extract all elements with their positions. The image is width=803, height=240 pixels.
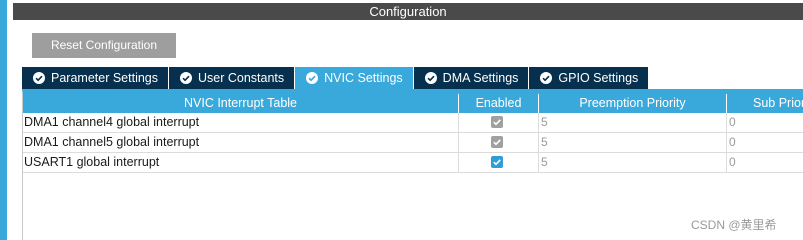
- table-row[interactable]: DMA1 channel5 global interrupt 5 0: [23, 133, 803, 153]
- column-header-sub-priority[interactable]: Sub Priority: [727, 94, 803, 113]
- enabled-checkbox[interactable]: [491, 156, 503, 168]
- sub-priority-value[interactable]: 0: [727, 133, 803, 152]
- tab-label: Parameter Settings: [51, 71, 158, 85]
- checkmark-icon: [493, 159, 501, 166]
- checkmark-icon: [493, 119, 501, 126]
- interrupt-name: USART1 global interrupt: [23, 153, 459, 172]
- table-row[interactable]: USART1 global interrupt 5 0: [23, 153, 803, 173]
- preemption-priority-value[interactable]: 5: [539, 133, 727, 152]
- left-edge-strip: [0, 0, 7, 240]
- check-circle-icon: [33, 72, 45, 84]
- enabled-cell: [459, 133, 539, 152]
- check-circle-icon: [540, 72, 553, 84]
- tab-label: DMA Settings: [442, 71, 519, 85]
- reset-configuration-button[interactable]: Reset Configuration: [32, 33, 176, 58]
- tab-dma-settings[interactable]: DMA Settings: [413, 67, 529, 89]
- table-row[interactable]: DMA1 channel4 global interrupt 5 0: [23, 113, 803, 133]
- tab-nvic-settings[interactable]: NVIC Settings: [295, 67, 413, 89]
- sub-priority-value[interactable]: 0: [727, 153, 803, 172]
- window-title: Configuration: [369, 4, 447, 19]
- checkmark-icon: [493, 139, 501, 146]
- tab-label: GPIO Settings: [558, 71, 639, 85]
- enabled-cell: [459, 113, 539, 132]
- tab-label: User Constants: [198, 71, 285, 85]
- enabled-checkbox[interactable]: [491, 136, 503, 148]
- check-circle-icon: [424, 72, 437, 84]
- check-circle-icon: [180, 72, 192, 84]
- tab-user-constants[interactable]: User Constants: [169, 67, 295, 89]
- nvic-interrupt-table: NVIC Interrupt Table Enabled Preemption …: [22, 89, 803, 240]
- settings-tab-bar: Parameter Settings User Constants NVIC S…: [22, 67, 649, 89]
- tab-gpio-settings[interactable]: GPIO Settings: [529, 67, 649, 89]
- enabled-checkbox[interactable]: [491, 116, 503, 128]
- sub-priority-value[interactable]: 0: [727, 113, 803, 132]
- check-circle-icon: [306, 72, 319, 84]
- interrupt-name: DMA1 channel5 global interrupt: [23, 133, 459, 152]
- enabled-cell: [459, 153, 539, 172]
- tab-parameter-settings[interactable]: Parameter Settings: [22, 67, 168, 89]
- interrupt-name: DMA1 channel4 global interrupt: [23, 113, 459, 132]
- tab-label: NVIC Settings: [324, 71, 403, 85]
- column-header-preemption-priority[interactable]: Preemption Priority: [539, 94, 727, 113]
- csdn-watermark: CSDN @黄里希: [691, 218, 777, 232]
- column-header-enabled[interactable]: Enabled: [459, 94, 539, 113]
- column-header-interrupt-table[interactable]: NVIC Interrupt Table: [23, 94, 459, 113]
- preemption-priority-value[interactable]: 5: [539, 153, 727, 172]
- preemption-priority-value[interactable]: 5: [539, 113, 727, 132]
- configuration-title-bar: Configuration: [13, 3, 803, 20]
